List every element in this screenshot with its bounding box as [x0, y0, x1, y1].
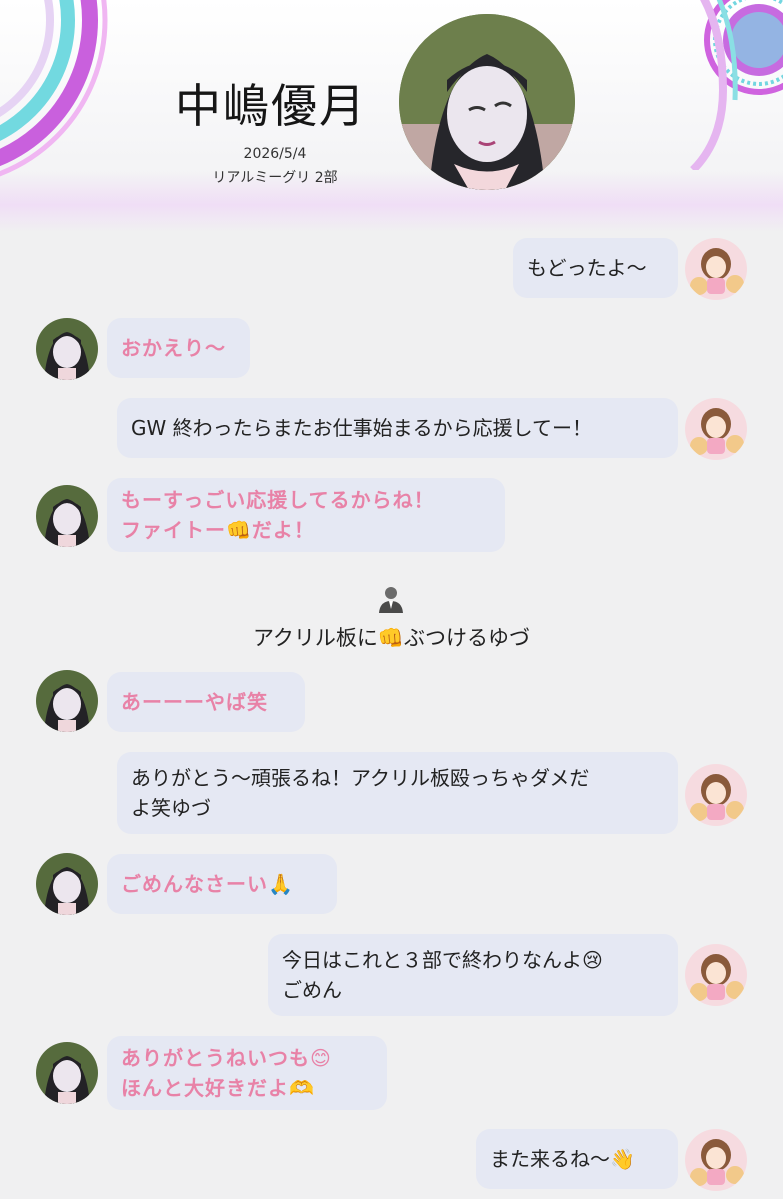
message-bubble-her: おかえり〜: [107, 318, 250, 378]
idol-avatar: [36, 485, 98, 547]
ring-decoration-left: [0, 0, 108, 177]
ring-decoration-right: [690, 0, 783, 170]
message-bubble-me: GW 終わったらまたお仕事始まるから応援してー！: [117, 398, 678, 458]
my-avatar: [685, 1129, 747, 1191]
idol-avatar: [36, 318, 98, 380]
message-text: おかえり〜: [121, 336, 226, 360]
event-date: 2026/5/4: [243, 146, 307, 162]
message-bubble-her: ごめんなさーい🙏: [107, 854, 337, 914]
profile-photo: [399, 14, 575, 190]
message-text: また来るね〜👋: [490, 1147, 635, 1171]
my-avatar: [685, 944, 747, 1006]
staff-comment: アクリル板に👊ぶつけるゆづ: [252, 626, 531, 650]
message-text: GW 終わったらまたお仕事始まるから応援してー！: [131, 416, 593, 440]
message-text: ごめんなさーい🙏: [121, 872, 294, 896]
message-text: ありがとうねいつも😊 ほんと大好きだよ🫶: [121, 1046, 332, 1100]
message-text: もどったよ〜: [527, 256, 647, 280]
event-name: リアルミーグリ 2部: [212, 170, 338, 186]
person-suit-icon: [376, 583, 406, 613]
message-bubble-her: あーーーやば笑: [107, 672, 305, 732]
header: 中嶋優月 2026/5/4 リアルミーグリ 2部: [0, 0, 783, 232]
message-bubble-her: ありがとうねいつも😊 ほんと大好きだよ🫶: [107, 1036, 387, 1110]
message-text: あーーーやば笑: [121, 690, 268, 714]
message-bubble-me: 今日はこれと３部で終わりなんよ😢 ごめん: [268, 934, 678, 1016]
header-gradient: [0, 172, 783, 232]
message-text: 今日はこれと３部で終わりなんよ😢 ごめん: [282, 948, 603, 1002]
my-avatar: [685, 764, 747, 826]
message-bubble-me: ありがとう〜頑張るね！アクリル板殴っちゃダメだ よ笑ゆづ: [117, 752, 678, 834]
idol-avatar: [36, 853, 98, 915]
idol-avatar: [36, 1042, 98, 1104]
message-bubble-me: また来るね〜👋: [476, 1129, 678, 1189]
page-title: 中嶋優月: [175, 79, 367, 133]
my-avatar: [685, 238, 747, 300]
message-text: ありがとう〜頑張るね！アクリル板殴っちゃダメだ よ笑ゆづ: [131, 766, 590, 820]
message-bubble-me: もどったよ〜: [513, 238, 678, 298]
idol-avatar: [36, 670, 98, 732]
message-text: もーすっごい応援してるからね！ ファイトー👊だよ！: [121, 488, 435, 542]
message-bubble-her: もーすっごい応援してるからね！ ファイトー👊だよ！: [107, 478, 505, 552]
my-avatar: [685, 398, 747, 460]
